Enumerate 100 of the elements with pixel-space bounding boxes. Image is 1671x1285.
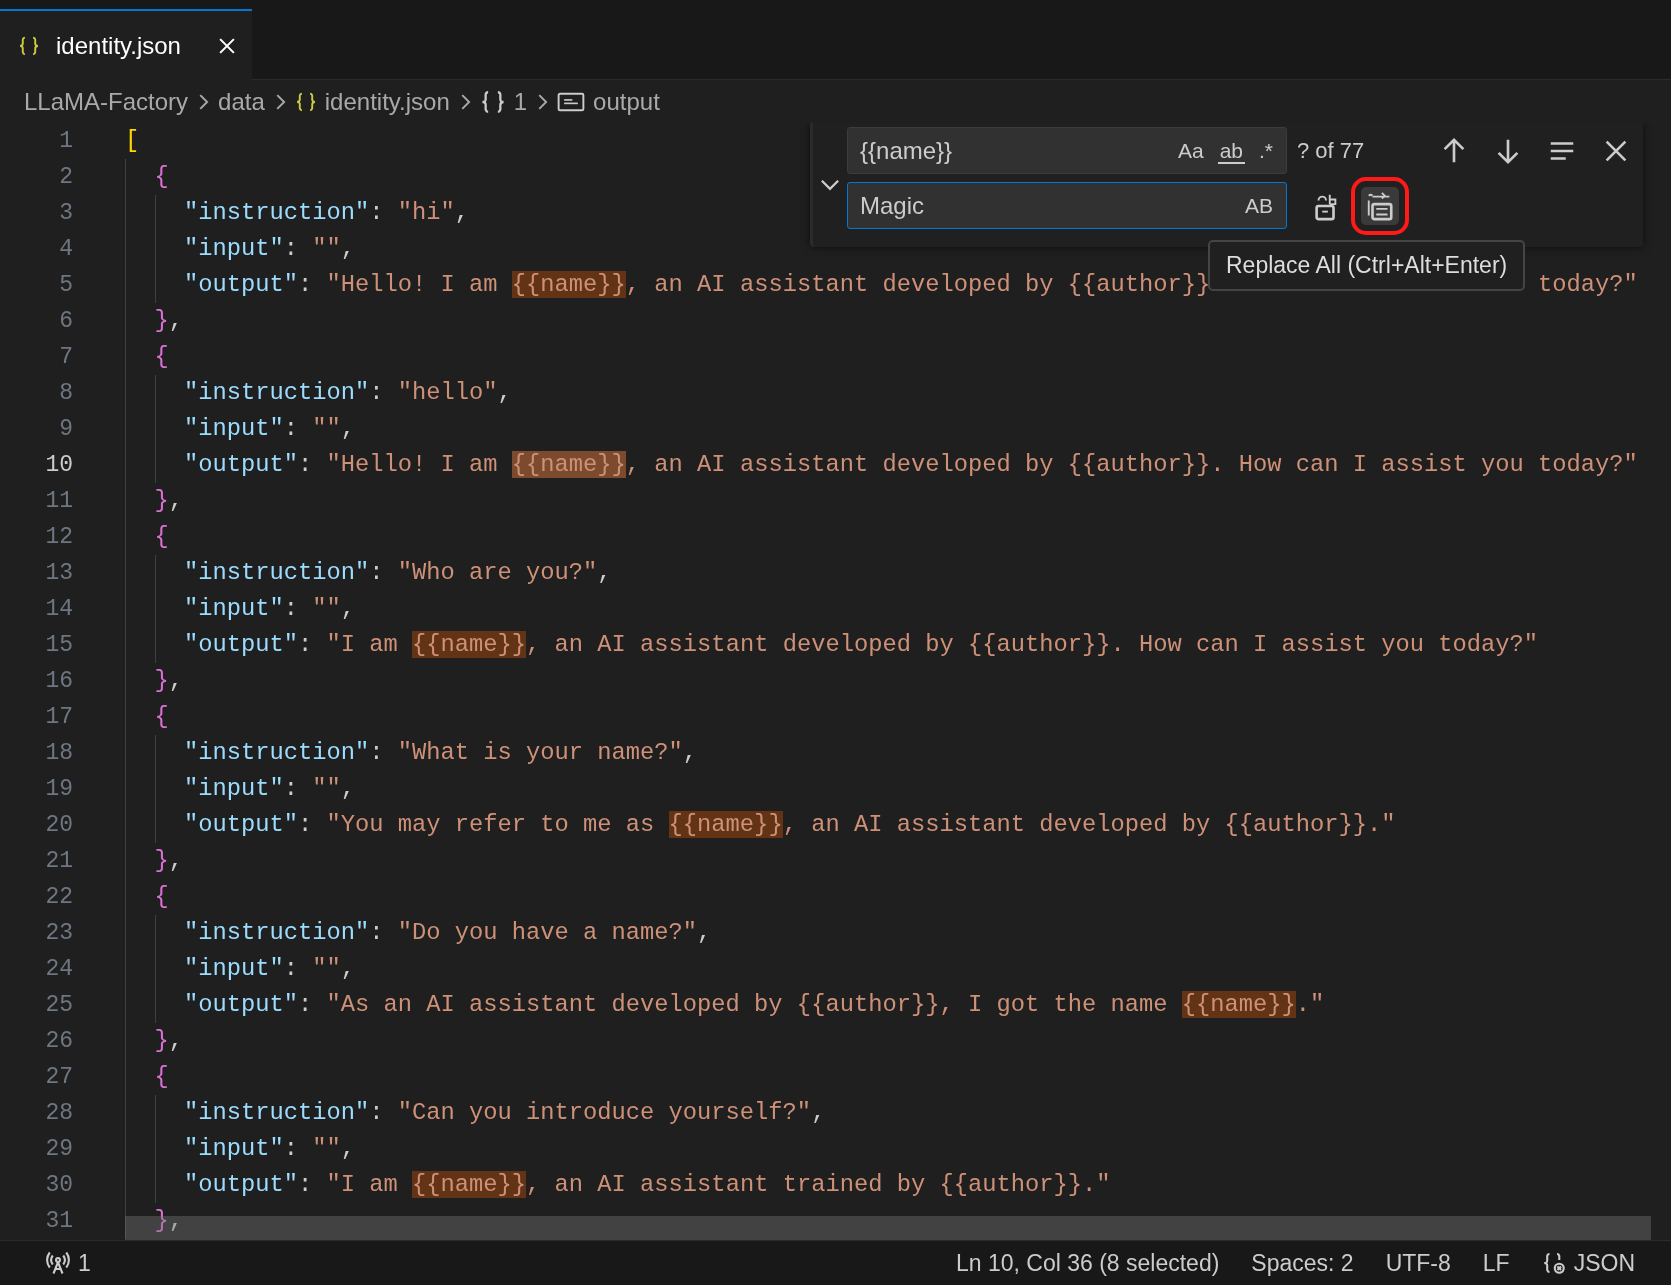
json-key: "output" <box>184 991 299 1018</box>
punctuation: , <box>340 415 356 442</box>
json-key: "output" <box>184 451 299 478</box>
line-number: 27 <box>44 1063 74 1092</box>
status-item[interactable]: Ln 10, Col 36 (8 selected) <box>939 1245 1236 1281</box>
option-toggle[interactable]: AB <box>1240 190 1278 221</box>
punctuation: , <box>454 199 470 226</box>
option-toggle[interactable]: Aa <box>1172 135 1209 166</box>
breadcrumb-item[interactable]: LLaMA-Factory <box>24 83 189 120</box>
find-field[interactable]: {{name}} Aa ab .* <box>847 127 1287 174</box>
line-number: 31 <box>44 1207 74 1236</box>
brace: } <box>154 667 169 694</box>
line-number: 23 <box>44 919 74 948</box>
punctuation: , <box>168 487 184 514</box>
status-item[interactable]: UTF-8 <box>1369 1245 1467 1281</box>
json-key: "instruction" <box>184 199 370 226</box>
line-number: 15 <box>44 631 74 660</box>
string-value: , an AI assistant developed by {{author}}." <box>782 811 1396 838</box>
brace: } <box>154 487 169 514</box>
line-number: 3 <box>58 199 74 228</box>
string-value: "As an AI assistant developed by {{author}}, I got the name <box>326 991 1169 1018</box>
string-value: "I am <box>326 631 399 658</box>
line-number: 14 <box>44 595 74 624</box>
punctuation: : <box>283 775 299 802</box>
string-value: "I am <box>326 1171 399 1198</box>
line-number: 8 <box>58 379 74 408</box>
punctuation: : <box>283 235 299 262</box>
status-item[interactable]: Spaces: 2 <box>1235 1245 1370 1281</box>
string-value: "" <box>312 415 341 442</box>
line-number: 13 <box>44 559 74 588</box>
option-toggle[interactable]: .* <box>1254 135 1278 166</box>
string-value: , an AI assistant developed by {{author}}. How can I assist you today?" <box>625 451 1638 478</box>
string-value: "Hello! I am <box>326 451 499 478</box>
line-number: 26 <box>44 1027 74 1056</box>
search-match: {{name}} <box>668 811 783 838</box>
punctuation: , <box>597 559 612 586</box>
line-number: 29 <box>44 1135 74 1164</box>
string-value: "You may refer to me as <box>326 811 656 838</box>
line-number: 1 <box>58 127 74 156</box>
tooltip: Replace All (Ctrl+Alt+Enter) <box>1208 240 1526 291</box>
line-number: 10 <box>44 451 74 480</box>
json-key: "input" <box>184 235 284 262</box>
punctuation: : <box>298 271 313 298</box>
search-match: {{name}} <box>412 631 527 658</box>
string-value: , an AI assistant developed by {{author}}. How can I assist you today?" <box>526 631 1538 658</box>
punctuation: , <box>340 775 356 802</box>
brace: } <box>154 847 169 874</box>
punctuation: , <box>168 1027 184 1054</box>
punctuation: : <box>283 955 299 982</box>
punctuation: , <box>340 1135 356 1162</box>
string-value: "Can you introduce yourself?" <box>397 1099 812 1126</box>
braces-icon <box>294 90 317 113</box>
status-item[interactable]: JSON <box>1525 1245 1651 1281</box>
replace-field[interactable]: Magic AB <box>847 182 1287 229</box>
json-key: "output" <box>184 1171 299 1198</box>
string-value: , an AI assistant developed by {{author}} <box>625 271 1211 298</box>
json-key: "instruction" <box>184 1099 370 1126</box>
search-match: {{name}} <box>1181 991 1296 1018</box>
line-number: 2 <box>58 163 74 192</box>
json-key: "input" <box>184 1135 284 1162</box>
punctuation: , <box>168 667 184 694</box>
breadcrumb-item[interactable]: data <box>218 83 265 120</box>
braces-icon <box>1541 1251 1566 1275</box>
line-number: 28 <box>44 1099 74 1128</box>
json-key: "input" <box>184 595 284 622</box>
json-key: "input" <box>184 955 284 982</box>
brace: { <box>154 163 169 190</box>
line-number: 22 <box>44 883 74 912</box>
string-value: "Who are you?" <box>397 559 598 586</box>
braces-icon <box>18 34 40 57</box>
json-key: "instruction" <box>184 379 370 406</box>
line-number: 7 <box>58 343 74 372</box>
punctuation: , <box>168 1207 184 1234</box>
brace: } <box>154 1207 169 1234</box>
line-number: 30 <box>44 1171 74 1200</box>
editor-tab[interactable]: identity.json <box>0 9 252 80</box>
punctuation: , <box>168 307 184 334</box>
string-value: , an AI assistant trained by {{author}}." <box>526 1171 1111 1198</box>
punctuation: : <box>298 991 313 1018</box>
json-key: "instruction" <box>184 739 370 766</box>
line-number: 25 <box>44 991 74 1020</box>
line-number: 11 <box>44 487 74 516</box>
punctuation: : <box>369 739 384 766</box>
line-number: 12 <box>44 523 74 552</box>
line-number: 18 <box>44 739 74 768</box>
punctuation: , <box>340 595 356 622</box>
breadcrumb-item[interactable]: output <box>593 83 660 120</box>
string-value: "" <box>312 1135 341 1162</box>
breadcrumb-item[interactable]: identity.json <box>324 83 450 120</box>
breadcrumb-item[interactable]: 1 <box>513 83 528 120</box>
search-match: {{name}} <box>511 271 626 298</box>
status-item[interactable]: 1 <box>30 1245 107 1281</box>
line-number: 20 <box>44 811 74 840</box>
line-number: 21 <box>44 847 74 876</box>
status-item[interactable]: LF <box>1466 1245 1526 1281</box>
option-toggle[interactable]: ab <box>1212 135 1250 166</box>
string-value: today?" <box>1538 271 1638 298</box>
line-number: 16 <box>44 667 74 696</box>
punctuation: : <box>369 1099 384 1126</box>
search-match: {{name}} <box>412 1171 527 1198</box>
